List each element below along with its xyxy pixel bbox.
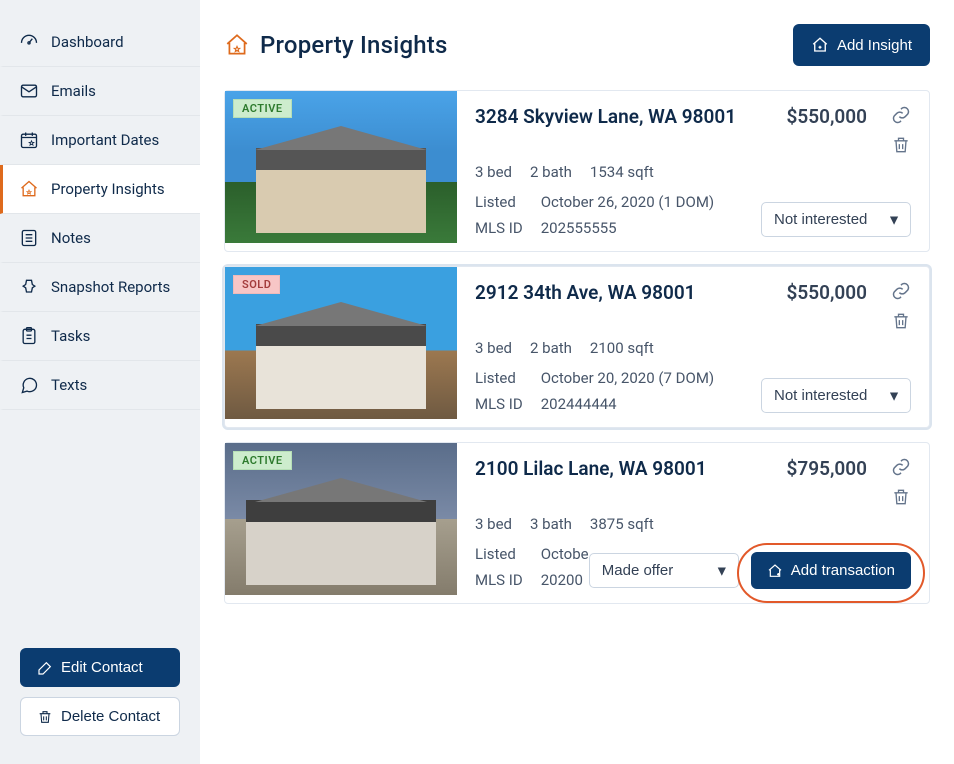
mail-icon: [19, 81, 39, 101]
add-transaction-label: Add transaction: [791, 562, 895, 579]
add-insight-label: Add Insight: [837, 37, 912, 54]
property-thumbnail[interactable]: ACTIVE: [225, 443, 457, 595]
property-thumbnail[interactable]: ACTIVE: [225, 91, 457, 243]
link-icon[interactable]: [891, 105, 911, 125]
baths-value: 2 bath: [530, 163, 572, 181]
listed-label: Listed: [475, 545, 523, 563]
sidebar-item-label: Emails: [51, 82, 96, 100]
house-plus-icon: [811, 36, 829, 54]
mls-label: MLS ID: [475, 395, 523, 413]
main-content: Property Insights Add Insight ACTIVE 328…: [200, 0, 954, 764]
sidebar-item-texts[interactable]: Texts: [0, 361, 200, 410]
chat-icon: [19, 375, 39, 395]
sidebar-item-property-insights[interactable]: Property Insights: [0, 165, 200, 214]
property-price: $795,000: [787, 457, 867, 480]
listed-label: Listed: [475, 369, 523, 387]
notes-icon: [19, 228, 39, 248]
house-star-icon: [224, 32, 250, 58]
add-transaction-button[interactable]: Add transaction: [751, 552, 911, 589]
listed-value: October 26, 2020 (1 DOM): [541, 193, 714, 211]
mls-value: 202555555: [541, 219, 714, 237]
trash-icon[interactable]: [891, 311, 911, 331]
sidebar-item-dashboard[interactable]: Dashboard: [0, 18, 200, 67]
edit-contact-button[interactable]: Edit Contact: [20, 648, 180, 687]
delete-contact-button[interactable]: Delete Contact: [20, 697, 180, 736]
delete-contact-label: Delete Contact: [61, 708, 160, 725]
property-thumbnail[interactable]: SOLD: [225, 267, 457, 419]
mls-value: 202444444: [541, 395, 714, 413]
baths-value: 2 bath: [530, 339, 572, 357]
pinned-icon: [19, 277, 39, 297]
calendar-star-icon: [19, 130, 39, 150]
gauge-icon: [19, 32, 39, 52]
property-address: 3284 Skyview Lane, WA 98001: [475, 105, 736, 128]
status-select[interactable]: Made offer: [589, 553, 739, 588]
property-card: ACTIVE 2100 Lilac Lane, WA 98001 $795,00…: [224, 442, 930, 604]
status-badge: ACTIVE: [233, 99, 292, 118]
baths-value: 3 bath: [530, 515, 572, 533]
sidebar-item-notes[interactable]: Notes: [0, 214, 200, 263]
property-address: 2100 Lilac Lane, WA 98001: [475, 457, 707, 480]
sqft-value: 1534 sqft: [590, 163, 654, 181]
property-card: SOLD 2912 34th Ave, WA 98001 $550,000: [224, 266, 930, 428]
sidebar-item-tasks[interactable]: Tasks: [0, 312, 200, 361]
sidebar-item-label: Notes: [51, 229, 91, 247]
clipboard-icon: [19, 326, 39, 346]
add-insight-button[interactable]: Add Insight: [793, 24, 930, 66]
sidebar-item-label: Dashboard: [51, 33, 124, 51]
mls-label: MLS ID: [475, 219, 523, 237]
beds-value: 3 bed: [475, 163, 512, 181]
property-address: 2912 34th Ave, WA 98001: [475, 281, 696, 304]
property-price: $550,000: [787, 105, 867, 128]
property-cards: ACTIVE 3284 Skyview Lane, WA 98001 $550,…: [224, 90, 930, 604]
sidebar-actions: Edit Contact Delete Contact: [0, 636, 200, 764]
listed-value-partial: Octobe: [541, 545, 589, 563]
trash-icon: [37, 709, 53, 725]
link-icon[interactable]: [891, 281, 911, 301]
beds-value: 3 bed: [475, 515, 512, 533]
nav-list: Dashboard Emails Important Dates Propert…: [0, 18, 200, 410]
house-plus-icon: [767, 563, 783, 579]
edit-contact-label: Edit Contact: [61, 659, 143, 676]
listed-label: Listed: [475, 193, 523, 211]
page-header: Property Insights Add Insight: [224, 24, 930, 66]
trash-icon[interactable]: [891, 135, 911, 155]
sidebar-item-label: Important Dates: [51, 131, 159, 149]
sidebar-item-important-dates[interactable]: Important Dates: [0, 116, 200, 165]
status-badge: ACTIVE: [233, 451, 292, 470]
sidebar-item-snapshot-reports[interactable]: Snapshot Reports: [0, 263, 200, 312]
property-price: $550,000: [787, 281, 867, 304]
beds-value: 3 bed: [475, 339, 512, 357]
house-star-icon: [19, 179, 39, 199]
mls-value-partial: 20200: [541, 571, 589, 589]
sidebar-item-label: Snapshot Reports: [51, 278, 170, 296]
pencil-icon: [37, 660, 53, 676]
status-select[interactable]: Not interested: [761, 378, 911, 413]
sqft-value: 2100 sqft: [590, 339, 654, 357]
sidebar-item-label: Tasks: [51, 327, 90, 345]
sidebar: Dashboard Emails Important Dates Propert…: [0, 0, 200, 764]
status-badge: SOLD: [233, 275, 280, 294]
mls-label: MLS ID: [475, 571, 523, 589]
trash-icon[interactable]: [891, 487, 911, 507]
sidebar-item-label: Property Insights: [51, 180, 165, 198]
property-card: ACTIVE 3284 Skyview Lane, WA 98001 $550,…: [224, 90, 930, 252]
page-title: Property Insights: [260, 31, 448, 59]
sidebar-item-label: Texts: [51, 376, 87, 394]
sqft-value: 3875 sqft: [590, 515, 654, 533]
listed-value: October 20, 2020 (7 DOM): [541, 369, 714, 387]
status-select[interactable]: Not interested: [761, 202, 911, 237]
link-icon[interactable]: [891, 457, 911, 477]
sidebar-item-emails[interactable]: Emails: [0, 67, 200, 116]
